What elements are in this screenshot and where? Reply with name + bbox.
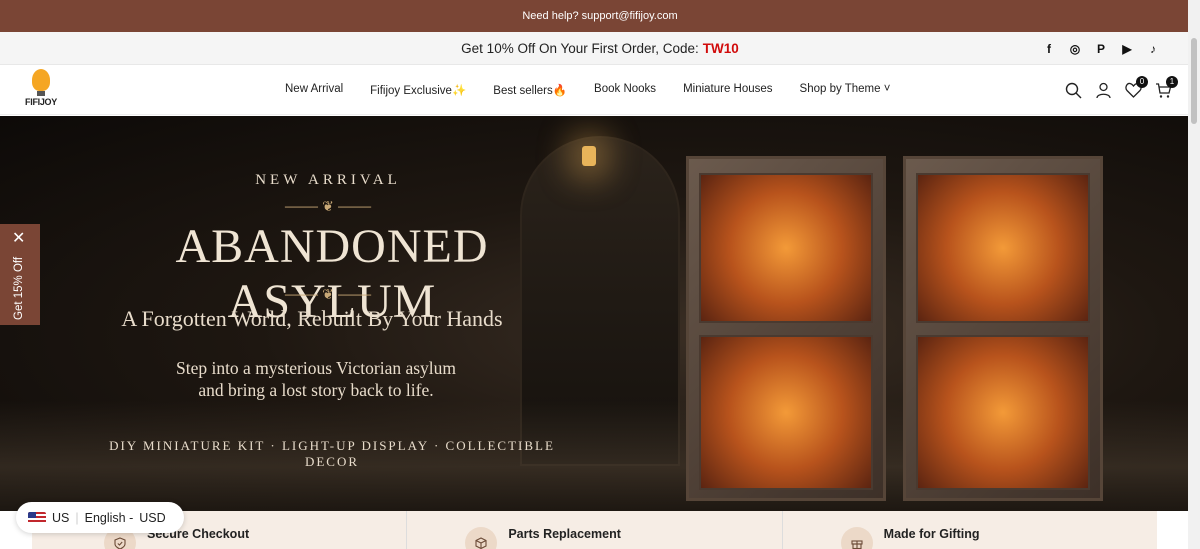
hero-body: Step into a mysterious Victorian asylum … <box>66 357 566 401</box>
nav-shop-by-theme[interactable]: Shop by Theme ˅ <box>800 83 891 97</box>
feature-parts-replacement: Parts Replacement <box>406 511 781 549</box>
us-flag-icon <box>28 511 46 524</box>
hero-subtitle: A Forgotten World, Rebuilt By Your Hands <box>121 306 503 331</box>
main-nav: New Arrival Fifijoy Exclusive✨ Best sell… <box>285 83 917 97</box>
feature-strip: Secure Checkout Parts Replacement Made f… <box>32 511 1157 549</box>
site-header: FIFIJOY New Arrival Fifijoy Exclusive✨ B… <box>0 65 1200 115</box>
nav-miniature-houses[interactable]: Miniature Houses <box>683 83 772 97</box>
nav-fifijoy-exclusive[interactable]: Fifijoy Exclusive✨ <box>370 83 466 97</box>
header-actions: 0 1 <box>1065 65 1178 115</box>
ornament-divider: ⸻ ❦ ⸻ <box>284 200 372 215</box>
book-nook-right <box>903 156 1103 501</box>
close-icon[interactable]: ✕ <box>12 228 25 248</box>
instagram-icon[interactable]: ◎ <box>1068 42 1082 56</box>
support-email-text: Need help? support@fifijoy.com <box>522 10 678 22</box>
gift-icon <box>840 527 873 549</box>
search-icon[interactable] <box>1065 82 1082 99</box>
lit-room-lower-left <box>699 335 873 490</box>
promo-bar: Get 10% Off On Your First Order, Code: T… <box>0 32 1200 65</box>
hanging-lamp <box>582 146 596 166</box>
pinterest-icon[interactable]: P <box>1094 42 1108 56</box>
nav-new-arrival[interactable]: New Arrival <box>285 83 343 97</box>
nav-best-sellers[interactable]: Best sellers🔥 <box>493 83 567 97</box>
promo-text: Get 10% Off On Your First Order, Code: <box>461 40 699 56</box>
lit-room-lower-right <box>916 335 1090 490</box>
page-scrollbar[interactable] <box>1188 0 1200 549</box>
hero-body-line-1: Step into a mysterious Victorian asylum <box>175 358 457 378</box>
feature-label: Made for Gifting <box>883 527 980 541</box>
discount-tab-label[interactable]: Get 15% Off <box>13 257 25 320</box>
lightbulb-icon <box>32 69 50 96</box>
box-icon <box>465 527 498 549</box>
logo-text: FIFIJOY <box>25 97 57 107</box>
wishlist-icon[interactable]: 0 <box>1125 75 1148 99</box>
ornament-divider-lower: ⸻ ❦ ⸻ <box>284 288 372 303</box>
locale-selector[interactable]: US | English - USD <box>16 502 184 533</box>
hero-body-line-2: and bring a lost story back to life. <box>198 380 434 400</box>
announcement-bar: Need help? support@fifijoy.com <box>0 0 1200 32</box>
account-icon[interactable] <box>1095 82 1112 99</box>
wishlist-count-badge: 0 <box>1136 75 1148 88</box>
hero-feature-list: DIY MINIATURE KIT · LIGHT-UP DISPLAY · C… <box>109 438 555 469</box>
youtube-icon[interactable]: ▶ <box>1120 42 1134 56</box>
social-links: f ◎ P ▶ ♪ <box>1042 32 1160 65</box>
cart-count-badge: 1 <box>1166 75 1178 88</box>
nav-book-nooks[interactable]: Book Nooks <box>594 83 656 97</box>
book-nook-left <box>686 156 886 501</box>
locale-country: US <box>52 510 70 525</box>
feature-label: Parts Replacement <box>508 527 621 541</box>
lit-room-upper-right <box>916 173 1090 323</box>
locale-separator: | <box>75 510 79 525</box>
promo-code: TW10 <box>702 40 739 56</box>
feature-made-for-gifting: Made for Gifting <box>781 511 1157 549</box>
discount-side-tab[interactable]: ✕ Get 15% Off <box>0 224 40 325</box>
tiktok-icon[interactable]: ♪ <box>1146 42 1160 56</box>
cart-icon[interactable]: 1 <box>1155 75 1178 99</box>
facebook-icon[interactable]: f <box>1042 42 1056 56</box>
locale-language: English - <box>84 510 134 525</box>
hero-banner[interactable]: NEW ARRIVAL ⸻ ❦ ⸻ Abandoned Asylum ⸻ ❦ ⸻… <box>0 116 1188 511</box>
scrollbar-thumb[interactable] <box>1191 38 1197 124</box>
lit-room-upper-left <box>699 173 873 323</box>
hero-eyebrow: NEW ARRIVAL <box>255 172 401 188</box>
fifijoy-logo[interactable]: FIFIJOY <box>24 69 58 111</box>
locale-currency: USD <box>139 510 166 525</box>
